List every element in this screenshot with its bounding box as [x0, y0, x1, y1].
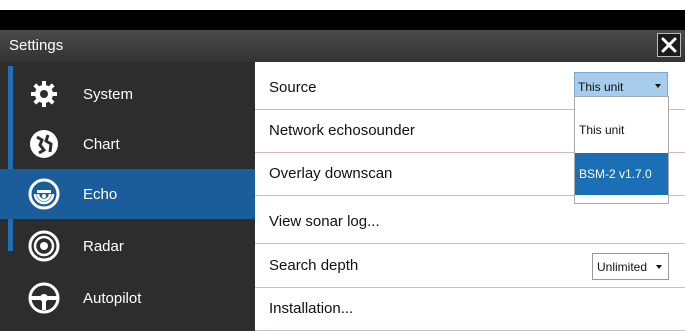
search-depth-value: Unlimited [597, 260, 648, 274]
top-caption-strip [0, 0, 685, 5]
sidebar-item-echo[interactable]: Echo [0, 169, 255, 219]
setting-row-installation[interactable]: Installation... [255, 288, 685, 331]
setting-label: Search depth [269, 257, 359, 274]
search-depth-select[interactable]: Unlimited [592, 253, 669, 280]
sidebar-item-chart[interactable]: Chart [15, 119, 255, 169]
close-button[interactable] [657, 33, 681, 57]
setting-label: Network echosounder [269, 122, 415, 139]
settings-sidebar: System Chart Echo Radar Autopilot [0, 62, 255, 331]
gear-icon [26, 76, 62, 112]
sidebar-item-label: System [83, 85, 134, 103]
chevron-down-icon [656, 265, 662, 269]
sidebar-item-label: Chart [83, 135, 120, 153]
top-black-band [0, 10, 685, 30]
source-dropdown-list: This unit BSM-2 v1.7.0 [574, 96, 669, 204]
echo-icon [26, 176, 62, 212]
setting-label: Overlay downscan [269, 165, 393, 182]
sidebar-item-label: Autopilot [83, 289, 142, 307]
sidebar-item-label: Echo [83, 185, 118, 203]
source-select-value: This unit [578, 80, 624, 94]
dropdown-option-this-unit[interactable]: This unit [575, 109, 668, 151]
dialog-titlebar: Settings [0, 30, 685, 63]
setting-label: Source [269, 79, 317, 96]
sidebar-item-system[interactable]: System [15, 69, 255, 119]
sidebar-item-radar[interactable]: Radar [15, 221, 255, 271]
dropdown-option-bsm2[interactable]: BSM-2 v1.7.0 [575, 153, 668, 195]
close-icon [661, 37, 677, 53]
dialog-title: Settings [9, 37, 64, 54]
sidebar-scroll-indicator [8, 66, 13, 251]
autopilot-icon [26, 280, 62, 316]
radar-icon [26, 228, 62, 264]
setting-row-search-depth[interactable]: Search depth Unlimited [255, 245, 685, 288]
setting-row-view-sonar-log[interactable]: View sonar log... [255, 201, 685, 244]
setting-label: Installation... [269, 300, 354, 317]
sidebar-item-autopilot[interactable]: Autopilot [15, 273, 255, 323]
setting-label: View sonar log... [269, 213, 380, 230]
sidebar-item-label: Radar [83, 237, 124, 255]
chart-icon [26, 126, 62, 162]
chevron-down-icon [655, 84, 661, 88]
